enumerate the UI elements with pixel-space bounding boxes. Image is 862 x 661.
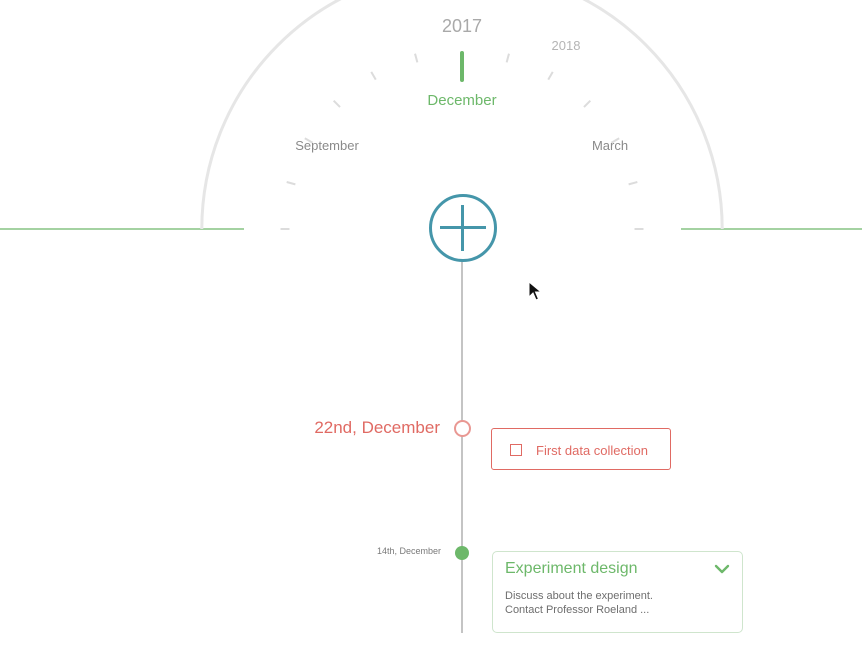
mouse-cursor-icon [528,281,542,301]
active-month-label[interactable]: December [402,92,522,109]
event-card[interactable]: Experiment design Discuss about the expe… [492,551,743,633]
dial-tick [286,181,296,186]
event-date: 14th, December [376,546,441,556]
chevron-down-icon[interactable] [713,560,731,578]
event-description-line: Discuss about the experiment. [505,590,653,602]
dial-tick [414,53,419,63]
dial-tick [583,99,592,108]
current-year-label[interactable]: 2017 [412,16,512,37]
task-card[interactable]: First data collection [491,428,671,470]
timeline-node[interactable] [455,546,469,560]
month-label-march[interactable]: March [560,138,660,153]
plus-icon-vertical [461,205,464,251]
timeline-node[interactable] [454,420,471,437]
add-event-button[interactable] [429,194,497,262]
event-description: Discuss about the experiment. Contact Pr… [505,589,653,617]
task-checkbox[interactable] [510,444,522,456]
dial-tick [628,181,638,186]
next-year-label[interactable]: 2018 [538,38,594,53]
dial-tick [332,99,341,108]
event-date: 22nd, December [314,418,440,437]
event-title: Experiment design [505,560,638,577]
dial-tick [505,53,510,63]
task-label: First data collection [536,443,648,458]
dial-tick [370,71,377,81]
month-label-september[interactable]: September [272,138,382,153]
event-description-line: Contact Professor Roeland ... [505,604,650,616]
dial-tick [547,71,554,81]
